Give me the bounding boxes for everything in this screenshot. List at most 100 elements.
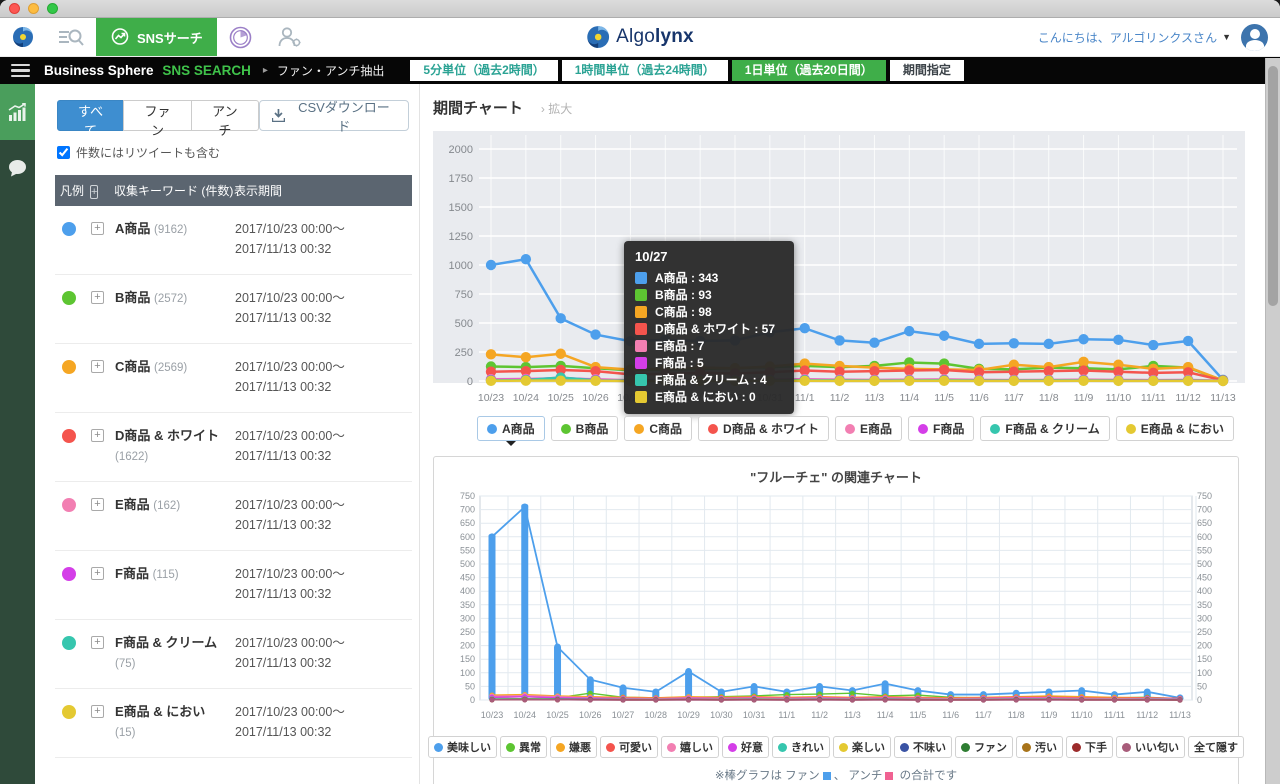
window-minimize-button[interactable] — [28, 3, 39, 14]
expand-row-icon[interactable]: + — [91, 705, 104, 718]
note-text: 、 アンチ — [834, 770, 883, 782]
scrollbar[interactable] — [1265, 58, 1280, 784]
period-from: 2017/10/23 00:00～ — [235, 702, 412, 722]
sentiment-legend-item[interactable]: ファン — [955, 736, 1013, 758]
scrollbar-thumb[interactable] — [1268, 66, 1278, 306]
expand-row-icon[interactable]: + — [91, 498, 104, 511]
sentiment-legend-item[interactable]: 好意 — [722, 736, 769, 758]
legend-item[interactable]: F商品 & クリーム — [980, 416, 1109, 441]
expand-row-icon[interactable]: + — [91, 291, 104, 304]
tooltip-color-square — [635, 357, 647, 369]
page-title: ファン・アンチ抽出 — [277, 62, 385, 79]
user-settings-icon[interactable] — [264, 18, 314, 56]
keyword-row[interactable]: +C商品 (2569)2017/10/23 00:00～2017/11/13 0… — [55, 344, 412, 413]
main-area: 期間チャート › 拡大 0250500750100012501500175020… — [420, 84, 1280, 784]
algolynx-logo: Algolynx — [586, 25, 694, 49]
keyword-row[interactable]: +E商品 & におい (15)2017/10/23 00:00～2017/11/… — [55, 689, 412, 758]
legend-label: 美味しい — [447, 739, 491, 755]
user-greeting-menu[interactable]: こんにちは、アルゴリンクスさん ▼ — [1038, 29, 1231, 46]
legend-color-dot — [900, 743, 909, 752]
sentiment-legend-item[interactable]: 異常 — [500, 736, 547, 758]
section-title: 期間チャート — [433, 97, 523, 118]
keyword-row[interactable]: +A商品 (9162)2017/10/23 00:00～2017/11/13 0… — [55, 206, 412, 275]
hide-all-button[interactable]: 全て隠す — [1188, 736, 1244, 758]
svg-text:11/4: 11/4 — [899, 392, 919, 404]
keyword-row[interactable]: +E商品 (162)2017/10/23 00:00～2017/11/13 00… — [55, 482, 412, 551]
period-chart-wrap: 02505007501000125015001750200010/2310/24… — [433, 131, 1245, 411]
svg-text:0: 0 — [467, 376, 473, 388]
tooltip-item-text: F商品 : 5 — [655, 354, 704, 371]
legend-item[interactable]: E商品 & におい — [1116, 416, 1234, 441]
period-tab[interactable]: 5分単位（過去2時間） — [410, 60, 557, 81]
sentiment-legend-item[interactable]: 美味しい — [428, 736, 497, 758]
svg-text:11/7: 11/7 — [975, 710, 992, 720]
clock-report-icon[interactable] — [217, 18, 264, 56]
legend-item[interactable]: C商品 — [624, 416, 692, 441]
sentiment-legend-item[interactable]: きれい — [772, 736, 830, 758]
sentiment-legend-item[interactable]: 楽しい — [833, 736, 891, 758]
display-period: 2017/10/23 00:00～2017/11/13 00:32 — [235, 495, 412, 535]
keyword-row[interactable]: +F商品 (115)2017/10/23 00:00～2017/11/13 00… — [55, 551, 412, 620]
series-color-dot — [62, 222, 76, 236]
rail-comments-item[interactable] — [0, 140, 35, 196]
legend-color-dot — [606, 743, 615, 752]
search-tool-icon[interactable] — [46, 18, 96, 56]
keyword-row[interactable]: +F商品 & クリーム (75)2017/10/23 00:00～2017/11… — [55, 620, 412, 689]
period-tab[interactable]: 1日単位（過去20日間） — [732, 60, 886, 81]
legend-item[interactable]: E商品 — [835, 416, 902, 441]
menu-icon[interactable] — [11, 64, 30, 78]
sentiment-legend-item[interactable]: いい匂い — [1116, 736, 1185, 758]
window-close-button[interactable] — [9, 3, 20, 14]
sentiment-legend-item[interactable]: 下手 — [1066, 736, 1113, 758]
sns-search-button[interactable]: SNSサーチ — [96, 18, 217, 56]
sentiment-legend-item[interactable]: 嫌悪 — [550, 736, 597, 758]
speech-bubble-icon — [8, 159, 27, 177]
filter-button[interactable]: ファン — [123, 100, 192, 131]
svg-text:700: 700 — [1197, 505, 1212, 515]
sns-search-label: SNSサーチ — [137, 28, 203, 47]
legend-item[interactable]: D商品 & ホワイト — [698, 416, 829, 441]
algolynx-swirl-icon — [586, 25, 610, 49]
expand-row-icon[interactable]: + — [91, 636, 104, 649]
rail-analytics-item[interactable] — [0, 84, 35, 140]
period-chart[interactable]: 02505007501000125015001750200010/2310/24… — [433, 131, 1245, 411]
legend-label: F商品 — [933, 420, 964, 437]
sentiment-legend-item[interactable]: 可愛い — [600, 736, 658, 758]
sentiment-legend-item[interactable]: 汚い — [1016, 736, 1063, 758]
app-swirl-logo-icon[interactable] — [0, 18, 46, 56]
svg-text:300: 300 — [460, 613, 475, 623]
legend-item[interactable]: B商品 — [551, 416, 619, 441]
window-zoom-button[interactable] — [47, 3, 58, 14]
expand-row-icon[interactable]: + — [91, 567, 104, 580]
filter-button[interactable]: すべて — [57, 100, 124, 131]
period-tab[interactable]: 1時間単位（過去24時間） — [562, 60, 728, 81]
legend-color-dot — [845, 424, 855, 434]
expand-row-icon[interactable]: + — [91, 429, 104, 442]
csv-download-button[interactable]: CSVダウンロード — [259, 100, 409, 131]
filter-button[interactable]: アンチ — [191, 100, 259, 131]
legend-color-dot — [839, 743, 848, 752]
expand-all-icon[interactable]: + — [90, 184, 114, 198]
keyword-row[interactable]: +B商品 (2572)2017/10/23 00:00～2017/11/13 0… — [55, 275, 412, 344]
series-color-dot — [62, 429, 76, 443]
expand-row-icon[interactable]: + — [91, 360, 104, 373]
sentiment-legend-item[interactable]: 嬉しい — [661, 736, 719, 758]
tooltip-item-text: A商品 : 343 — [655, 269, 718, 286]
legend-label: A商品 — [502, 420, 535, 437]
user-avatar[interactable] — [1241, 24, 1268, 51]
expand-row-icon[interactable]: + — [91, 222, 104, 235]
tooltip-item-text: E商品 & におい : 0 — [655, 388, 756, 405]
include-retweets-checkbox[interactable] — [57, 146, 70, 159]
svg-text:350: 350 — [1197, 600, 1212, 610]
keyword-row[interactable]: +D商品 & ホワイト (1622)2017/10/23 00:00～2017/… — [55, 413, 412, 482]
related-chart[interactable]: 0050501001001501502002002502503003003503… — [436, 490, 1236, 732]
expand-link[interactable]: › 拡大 — [541, 100, 572, 117]
tooltip-color-square — [635, 340, 647, 352]
legend-item[interactable]: F商品 — [908, 416, 974, 441]
header-legend: 凡例 — [58, 182, 90, 199]
tooltip-item: E商品 : 7 — [635, 337, 783, 354]
svg-text:300: 300 — [1197, 613, 1212, 623]
sentiment-legend-item[interactable]: 不味い — [894, 736, 952, 758]
legend-item[interactable]: A商品 — [477, 416, 545, 441]
period-tab[interactable]: 期間指定 — [890, 60, 964, 81]
